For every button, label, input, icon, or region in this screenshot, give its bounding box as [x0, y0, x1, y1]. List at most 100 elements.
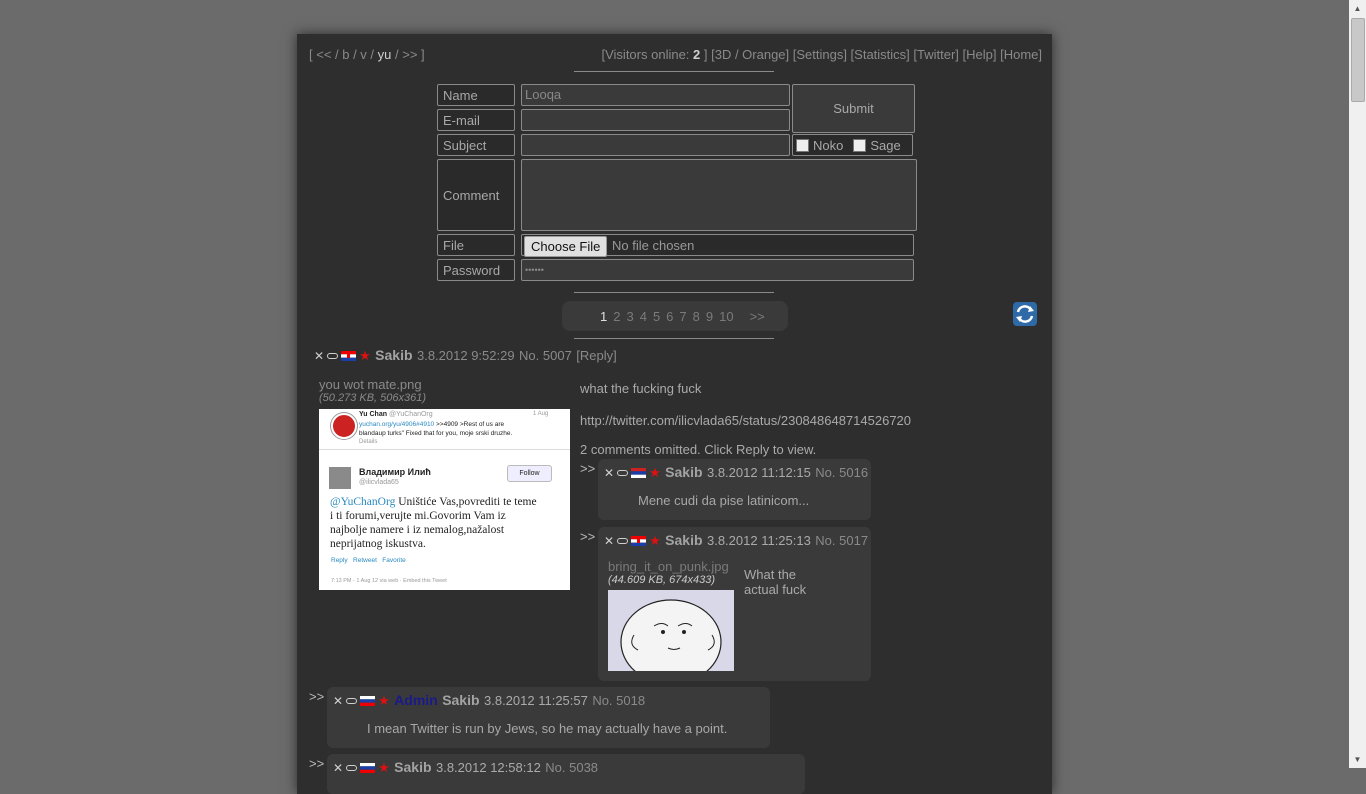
tweet-details: Details [359, 439, 378, 445]
delete-icon[interactable]: ✕ [604, 466, 614, 480]
refresh-icon[interactable] [1012, 301, 1038, 327]
op-image-thumbnail[interactable]: Yu Chan @YuChanOrg 1 Aug yuchan.org/yu/4… [319, 409, 570, 590]
link-icon[interactable] [327, 352, 339, 359]
op-file-info: you wot mate.png (50.273 KB, 506x361) [319, 377, 426, 404]
tweet-text-2: i ti forumi,verujte mi.Govorim Vam iz [330, 510, 506, 522]
choose-file-button[interactable]: Choose File [524, 236, 608, 257]
noko-checkbox[interactable] [796, 138, 809, 152]
page-link[interactable]: 10 [719, 309, 733, 324]
subject-input[interactable] [521, 134, 790, 156]
op-text-link[interactable]: http://twitter.com/ilicvlada65/status/23… [580, 413, 911, 428]
divider [574, 292, 774, 293]
page-link[interactable]: 6 [666, 309, 673, 324]
current-board[interactable]: yu [378, 47, 392, 62]
reply-file-meta: (44.609 KB, 674x433) [608, 574, 716, 586]
reply-file-name[interactable]: bring_it_on_punk.jpg [608, 559, 729, 574]
reply-arrow: >> [309, 756, 325, 771]
tweet-header-handle: @YuChanOrg [388, 411, 433, 418]
reply-post: ✕ ★ Sakib 3.8.2012 11:12:15 No. 5016 Men… [598, 459, 871, 520]
page-link[interactable]: 9 [706, 309, 713, 324]
delete-icon[interactable]: ✕ [604, 534, 614, 548]
page-link[interactable]: 5 [653, 309, 660, 324]
divider [574, 71, 774, 72]
tweet-line2: >>4909 >Rest of us are [434, 421, 505, 428]
board-links-end[interactable]: / >> ] [391, 47, 425, 62]
tweet-mention: @YuChanOrg [330, 496, 396, 508]
link-icon[interactable] [346, 697, 358, 704]
noko-label: Noko [813, 137, 844, 153]
name-input[interactable]: Looqa [521, 84, 790, 106]
reply-date: 3.8.2012 11:12:15 [706, 465, 811, 480]
page-next[interactable]: >> [750, 309, 765, 324]
password-input[interactable]: •••••• [521, 259, 914, 281]
omitted-notice: 2 comments omitted. Click Reply to view. [580, 442, 817, 457]
star-icon: ★ [649, 532, 661, 548]
op-number[interactable]: No. 5007 [519, 348, 572, 363]
tweet-follow-button: Follow [507, 465, 552, 482]
reply-poster-name: Sakib [665, 464, 703, 480]
comment-textarea[interactable] [521, 159, 917, 231]
reply-text: I mean Twitter is run by Jews, so he may… [367, 721, 728, 736]
tweet-text-3: najbolje namere i iz nemalog,nažalost [330, 524, 505, 536]
scroll-down-icon[interactable]: ▼ [1349, 751, 1366, 768]
submit-button[interactable]: Submit [792, 84, 915, 133]
email-label: E-mail [437, 109, 515, 131]
op-text-line1: what the fucking fuck [580, 381, 702, 396]
delete-icon[interactable]: ✕ [333, 694, 343, 708]
name-label: Name [437, 84, 515, 106]
scrollbar-thumb[interactable] [1351, 18, 1365, 102]
site-links[interactable]: ] [3D / Orange] [Settings] [Statistics] … [700, 47, 1042, 62]
reply-poster-name: Sakib [665, 532, 703, 548]
page-link[interactable]: 4 [640, 309, 647, 324]
page-link[interactable]: 2 [613, 309, 620, 324]
op-file-meta: (50.273 KB, 506x361) [319, 392, 427, 404]
scrollbar[interactable]: ▲ ▼ [1349, 0, 1366, 768]
reply-poster-name: Sakib [442, 692, 480, 708]
link-icon[interactable] [617, 537, 629, 544]
tweet-footer: 7:13 PM - 1 Aug 12 via web · Embed this … [331, 578, 447, 584]
reply-date: 3.8.2012 11:25:57 [484, 693, 588, 708]
admin-badge: Admin [394, 692, 438, 708]
tweet-divider [319, 449, 570, 450]
board-page: [ << / b / v / yu / >> ] [Visitors onlin… [297, 34, 1052, 794]
star-icon: ★ [649, 464, 661, 480]
croatia-flag-icon [341, 350, 357, 361]
reply-number[interactable]: No. 5016 [815, 465, 868, 480]
reply-number[interactable]: No. 5017 [815, 533, 868, 548]
reply-post: ✕ ★ Admin Sakib 3.8.2012 11:25:57 No. 50… [327, 687, 770, 748]
sage-label: Sage [870, 137, 901, 153]
subject-label: Subject [437, 134, 515, 156]
op-file-name[interactable]: you wot mate.png [319, 377, 422, 392]
reply-number[interactable]: No. 5018 [592, 693, 645, 708]
scroll-up-icon[interactable]: ▲ [1349, 0, 1366, 17]
reply-text-line2: actual fuck [744, 582, 807, 597]
yu-chan-avatar [331, 413, 357, 439]
reply-image-thumbnail[interactable] [608, 590, 734, 671]
file-label: File [437, 234, 515, 256]
board-links[interactable]: [ << / b / v / [309, 47, 378, 62]
link-icon[interactable] [617, 469, 629, 476]
delete-icon[interactable]: ✕ [314, 349, 324, 363]
reply-post: ✕ ★ Sakib 3.8.2012 11:25:13 No. 5017 bri… [598, 527, 871, 681]
page-link[interactable]: 8 [693, 309, 700, 324]
reply-arrow: >> [580, 461, 596, 476]
reply-text: Mene cudi da pise latinicom... [638, 493, 810, 508]
email-input[interactable] [521, 109, 790, 131]
sage-checkbox[interactable] [853, 138, 867, 152]
file-input[interactable]: Choose File No file chosen [521, 234, 914, 257]
comment-label: Comment [437, 159, 515, 231]
reply-arrow: >> [309, 689, 325, 704]
reply-post: ✕ ★ Sakib 3.8.2012 12:58:12 No. 5038 [327, 754, 805, 794]
page-link[interactable]: 3 [626, 309, 633, 324]
op-reply-link[interactable]: [Reply] [576, 348, 616, 363]
page-current[interactable]: 1 [600, 309, 607, 324]
tweet-text-1: Uništiće Vas,povrediti te teme [395, 496, 537, 508]
serbia-flag-icon [631, 467, 647, 478]
board-navigation: [ << / b / v / yu / >> ] [309, 47, 425, 62]
op-header: ✕ ★ Sakib 3.8.2012 9:52:29 No. 5007 [Rep… [314, 347, 617, 365]
star-icon: ★ [359, 347, 371, 363]
op-date: 3.8.2012 9:52:29 [416, 348, 515, 363]
page-link[interactable]: 7 [679, 309, 686, 324]
op-poster-name: Sakib [375, 347, 413, 363]
no-file-text: No file chosen [612, 238, 695, 253]
